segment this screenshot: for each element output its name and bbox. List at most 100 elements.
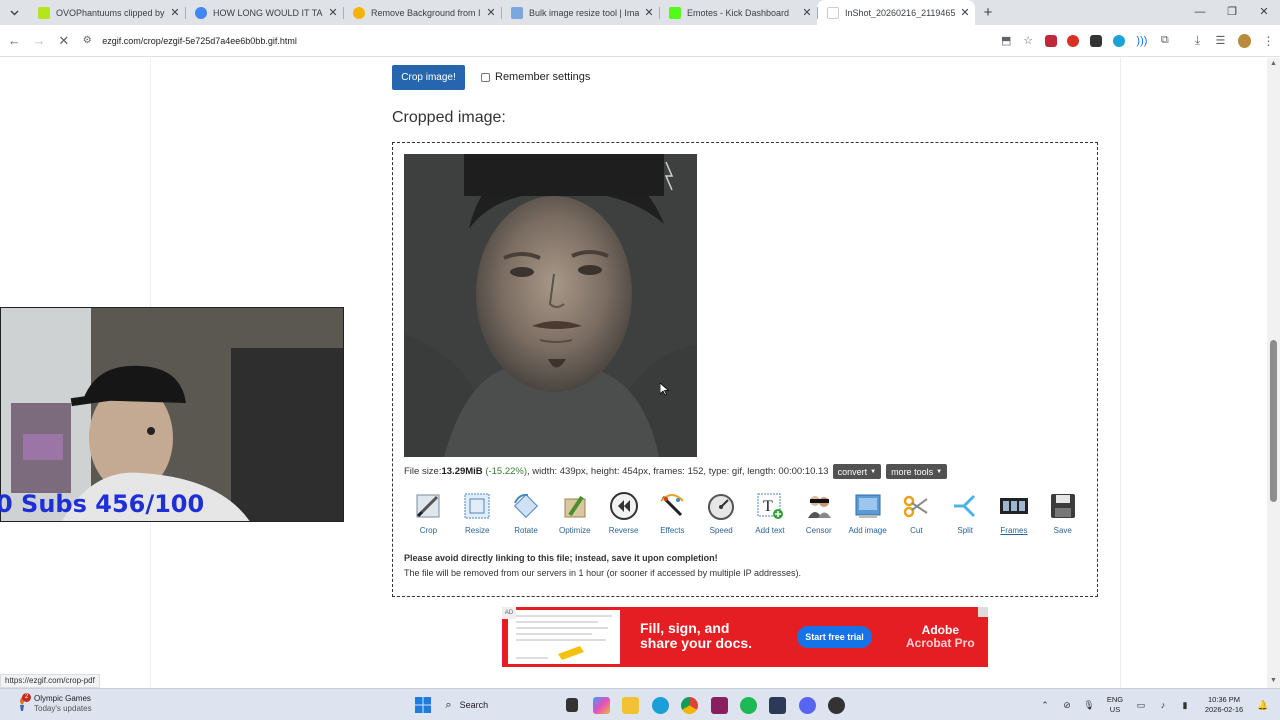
tool-label: Rotate <box>514 526 538 535</box>
ad-headline: Fill, sign, and share your docs. <box>640 621 752 651</box>
tab-title: HOW LONG WOULD IT TAKE T <box>213 7 323 18</box>
volume-icon[interactable]: ♪ <box>1152 700 1174 710</box>
scroll-up-icon[interactable]: ▲ <box>1270 60 1277 67</box>
scroll-down-icon[interactable]: ▼ <box>1270 677 1277 684</box>
browser-menu-icon[interactable]: ⋮ <box>1257 31 1280 51</box>
tool-save[interactable]: Save <box>1038 490 1087 542</box>
tab-5-active[interactable]: InShot_20260216_211946530.g ✕ <box>817 0 975 25</box>
ad-close-icon[interactable] <box>978 607 988 617</box>
crop-image-button[interactable]: Crop image! <box>392 65 465 90</box>
frames-icon <box>998 490 1030 522</box>
notification-bell-icon[interactable]: 🔔 <box>1252 700 1274 711</box>
cropped-result-box: File size: 13.29MiB (-15.22%) , width: 4… <box>392 142 1098 597</box>
close-icon[interactable]: ✕ <box>165 6 185 19</box>
extension-1-icon[interactable] <box>1039 31 1062 51</box>
tool-add-image[interactable]: Add image <box>843 490 892 542</box>
close-icon[interactable]: ✕ <box>323 6 343 19</box>
tab-1[interactable]: HOW LONG WOULD IT TAKE T ✕ <box>185 0 343 25</box>
tool-frames[interactable]: Frames <box>990 490 1039 542</box>
extension-5-icon[interactable]: ))) <box>1131 31 1154 51</box>
address-bar[interactable]: ⚙ ezgif.com/crop/ezgif-5e725d7a4ee6b0bb.… <box>80 29 1039 53</box>
tool-crop[interactable]: Crop <box>404 490 453 542</box>
display-icon[interactable]: ▭ <box>1130 700 1152 711</box>
new-tab-button[interactable]: + <box>975 4 1001 21</box>
adobe-ad-banner[interactable]: AD Fill, sign, and share your docs. Star… <box>502 607 988 667</box>
obs-icon[interactable] <box>822 693 851 717</box>
svg-text:T: T <box>763 498 773 515</box>
tool-effects[interactable]: Effects <box>648 490 697 542</box>
scrollbar-thumb[interactable] <box>1270 340 1277 502</box>
tool-optimize[interactable]: Optimize <box>550 490 599 542</box>
battery-icon[interactable]: ▮ <box>1174 700 1196 711</box>
profile-avatar[interactable] <box>1237 33 1252 48</box>
copilot-icon[interactable] <box>587 693 616 717</box>
install-app-icon[interactable]: ⬒ <box>995 34 1017 47</box>
discord-icon[interactable] <box>793 693 822 717</box>
remember-settings[interactable]: Remember settings <box>481 71 590 83</box>
page-scrollbar[interactable]: ▲ ▼ <box>1267 58 1280 688</box>
news-widget[interactable]: 2 Olympic Games Today's updates <box>14 693 92 714</box>
network-off-icon[interactable]: ⊘ <box>1056 700 1078 711</box>
next-app-icon[interactable] <box>704 693 733 717</box>
tab-3[interactable]: Bulk image resize tool | ImageR ✕ <box>501 0 659 25</box>
tool-resize[interactable]: Resize <box>453 490 502 542</box>
chrome-icon[interactable] <box>675 693 704 717</box>
tray-overflow-icon[interactable]: ⌃ <box>1034 700 1056 711</box>
search-icon: ⌕ <box>445 698 452 711</box>
site-info-icon[interactable]: ⚙ <box>80 35 94 46</box>
close-icon[interactable]: ✕ <box>639 6 659 19</box>
tool-rotate[interactable]: Rotate <box>502 490 551 542</box>
tab-0[interactable]: OVOPhantuums clipped by nic ✕ <box>28 0 185 25</box>
url-text: ezgif.com/crop/ezgif-5e725d7a4ee6b0bb.gi… <box>102 35 297 46</box>
download-icon[interactable]: ⤓ <box>1186 31 1209 51</box>
extension-2-icon[interactable] <box>1062 31 1085 51</box>
clock[interactable]: 10:36 PM 2026-02-16 <box>1196 695 1252 715</box>
task-view-icon[interactable] <box>557 693 586 717</box>
minimize-icon[interactable]: — <box>1184 0 1216 25</box>
extension-4-icon[interactable] <box>1108 31 1131 51</box>
olympic-torch-icon: 2 <box>14 693 31 712</box>
extensions-puzzle-icon[interactable]: ⧉ <box>1153 31 1176 51</box>
taskbar-search[interactable]: ⌕ Search <box>437 693 557 717</box>
more-tools-dropdown[interactable]: more tools ▼ <box>886 464 948 479</box>
tool-censor[interactable]: Censor <box>794 490 843 542</box>
tool-add-text[interactable]: T Add text <box>746 490 795 542</box>
reading-list-icon[interactable]: ☰ <box>1209 31 1232 51</box>
close-icon[interactable]: ✕ <box>481 6 501 19</box>
add-text-icon: T <box>754 490 786 522</box>
forward-icon[interactable]: → <box>27 33 52 48</box>
tool-split[interactable]: Split <box>941 490 990 542</box>
tool-speed[interactable]: Speed <box>697 490 746 542</box>
tab-strip: OVOPhantuums clipped by nic ✕ HOW LONG W… <box>0 0 1280 25</box>
tab-search-button[interactable] <box>0 0 28 25</box>
close-icon[interactable]: ✕ <box>797 6 817 19</box>
file-explorer-icon[interactable] <box>616 693 645 717</box>
language-indicator[interactable]: ENG US <box>1100 695 1130 715</box>
tab-2[interactable]: Remove Background from Imag ✕ <box>343 0 501 25</box>
add-image-icon <box>852 490 884 522</box>
bookmark-star-icon[interactable]: ☆ <box>1017 34 1039 47</box>
tool-reverse[interactable]: Reverse <box>599 490 648 542</box>
content-right-border <box>1120 58 1121 688</box>
start-free-trial-button[interactable]: Start free trial <box>797 626 872 648</box>
chevron-down-icon <box>10 10 18 15</box>
spotify-icon[interactable] <box>734 693 763 717</box>
back-icon[interactable]: ← <box>2 33 27 48</box>
start-button[interactable] <box>408 693 437 717</box>
stop-loading-icon[interactable]: ✕ <box>51 33 76 49</box>
remember-settings-checkbox[interactable] <box>481 72 490 82</box>
tab-4[interactable]: Emotes - Kick Dashboard ✕ <box>659 0 817 25</box>
tool-cut[interactable]: Cut <box>892 490 941 542</box>
edge-icon[interactable] <box>646 693 675 717</box>
close-icon[interactable]: ✕ <box>955 6 975 19</box>
game-app-icon[interactable] <box>763 693 792 717</box>
caret-down-icon: ▼ <box>870 468 877 475</box>
restore-icon[interactable]: ❐ <box>1216 0 1248 25</box>
optimize-icon <box>559 490 591 522</box>
convert-dropdown[interactable]: convert ▼ <box>832 464 882 479</box>
extension-3-icon[interactable] <box>1085 31 1108 51</box>
microphone-icon[interactable]: 🎙 <box>1078 700 1100 711</box>
file-info: File size: 13.29MiB (-15.22%) , width: 4… <box>404 464 948 479</box>
close-window-icon[interactable]: ✕ <box>1248 0 1280 25</box>
favicon-icon <box>195 6 207 19</box>
